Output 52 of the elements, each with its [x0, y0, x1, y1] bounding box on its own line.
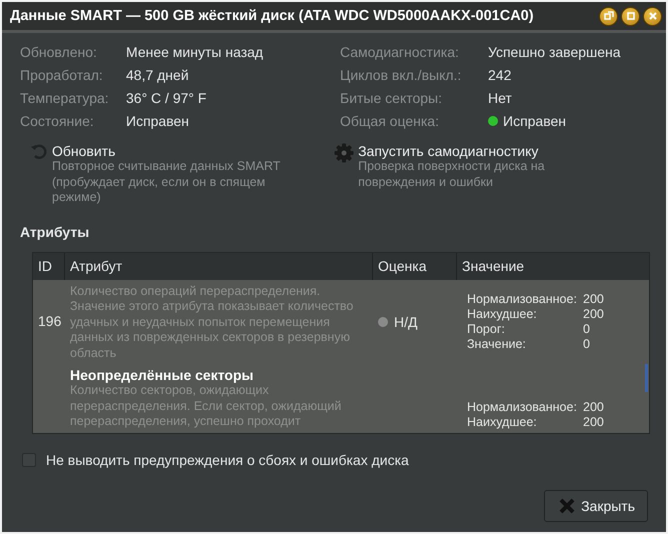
attribute-description: Количество секторов, ожидающих перераспределения. Если сектор, ожидающий перераспределения, успешно проходит	[70, 383, 342, 430]
column-header[interactable]: Значение	[457, 252, 649, 280]
restore-icon[interactable]	[599, 6, 618, 26]
close-button[interactable]: Закрыть	[544, 490, 648, 522]
refresh-icon[interactable]	[30, 143, 48, 161]
value-number: 200	[583, 292, 604, 308]
info-label: Состояние:	[20, 112, 95, 128]
info-value: Менее минуты назад	[126, 44, 264, 60]
info-label: Обновлено:	[20, 44, 98, 60]
checkbox-label[interactable]: Не выводить предупреждения о сбоях и ошибках диска	[46, 452, 409, 468]
attribute-description: Количество операций перераспределения. Значение этого атрибута показывает количество удачных и неудачных попыток перемещения данных из поврежденных секторов в резервную область	[70, 284, 354, 361]
maximize-icon[interactable]	[621, 6, 640, 26]
info-value: Успешно завершена	[488, 44, 621, 60]
settings-icon[interactable]	[334, 143, 354, 163]
column-header[interactable]: Оценка	[373, 252, 457, 280]
info-label: Проработал:	[20, 66, 104, 82]
attribute-name: Неопределённые секторы	[70, 367, 254, 383]
section-heading: Атрибуты	[20, 224, 90, 240]
value-label: Порог:	[467, 322, 506, 338]
info-label: Самодиагностика:	[340, 44, 460, 60]
info-label: Общая оценка:	[340, 112, 440, 128]
value-number: 200	[583, 400, 604, 414]
value-label: Наихудшее:	[467, 414, 538, 430]
info-value: 48,7 дней	[126, 66, 189, 82]
rating-cell: Н/Д	[394, 314, 418, 330]
value-label: Нормализованное:	[467, 400, 578, 414]
info-label: Битые секторы:	[340, 90, 444, 106]
value-number: 0	[583, 337, 590, 352]
action-description: Проверка поверхности диска на повреждения и ошибки	[358, 159, 546, 190]
info-value: Исправен	[503, 112, 566, 128]
info-label: Температура:	[20, 90, 110, 106]
column-header[interactable]: Атрибут	[65, 252, 373, 280]
value-label: Наихудшее:	[467, 307, 538, 322]
value-number: 200	[583, 307, 604, 322]
info-value: 242	[488, 66, 512, 82]
info-value: Нет	[488, 90, 512, 106]
close-icon	[559, 498, 576, 514]
info-value: 36° C / 97° F	[126, 90, 206, 106]
value-number: 200	[583, 414, 604, 430]
action-link[interactable]: Обновить	[52, 143, 116, 159]
info-value: Исправен	[126, 112, 190, 128]
info-label: Циклов вкл./выкл.:	[340, 66, 462, 82]
action-link[interactable]: Запустить самодиагностику	[358, 143, 538, 159]
action-description: Повторное считывание данных SMART (пробуждает диск, если он в спящем режиме)	[52, 159, 282, 206]
value-label: Нормализованное:	[467, 292, 578, 308]
value-number: 0	[583, 322, 590, 338]
value-label: Значение:	[467, 337, 527, 352]
window-title: Данные SMART — 500 GB жёсткий диск (ATA WDC WD5000AAKX-001CA0)	[10, 8, 534, 24]
close-icon[interactable]	[643, 6, 662, 26]
column-header[interactable]: ID	[33, 252, 65, 280]
id-cell-text: 196	[37, 313, 62, 330]
scrollbar-thumb[interactable]	[645, 364, 648, 392]
